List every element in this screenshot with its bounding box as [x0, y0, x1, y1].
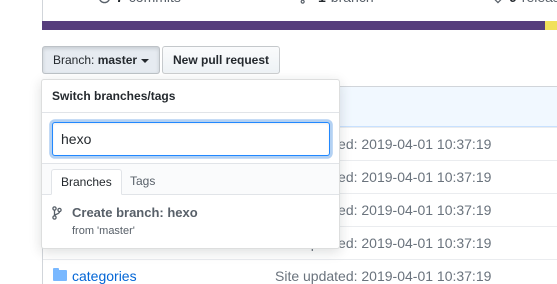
branch-filter-input[interactable]: [52, 122, 330, 156]
tab-tags[interactable]: Tags: [121, 169, 164, 195]
branch-count: 1: [318, 0, 326, 5]
branch-stat[interactable]: 1 branch: [300, 0, 374, 5]
dropdown-title: Switch branches/tags: [42, 80, 339, 113]
create-branch-label: Create branch: hexo: [72, 205, 198, 220]
commits-label: commits: [129, 0, 181, 5]
language-bar[interactable]: [42, 21, 557, 30]
new-pull-request-button[interactable]: New pull request: [162, 46, 281, 74]
folder-icon: [53, 268, 67, 281]
create-branch-source: from 'master': [72, 225, 135, 237]
language-bar-secondary: [545, 21, 557, 30]
git-branch-icon: [300, 0, 313, 4]
commits-count: 7: [116, 0, 124, 5]
dropdown-tabs: Branches Tags: [42, 164, 339, 195]
tab-branches[interactable]: Branches: [51, 169, 122, 195]
releases-count: 0: [509, 0, 517, 5]
repo-stats-bar: 7 commits 1 branch 0 releases: [42, 0, 557, 21]
branch-dropdown: Switch branches/tags Branches Tags Creat…: [41, 79, 340, 249]
branch-prefix: Branch:: [53, 53, 95, 67]
tag-icon: [491, 0, 504, 4]
dropdown-filter: [42, 113, 339, 164]
history-icon: [98, 0, 111, 4]
branch-select-button[interactable]: Branch: master: [42, 46, 161, 74]
caret-down-icon: [141, 58, 150, 63]
branch-value: master: [97, 53, 138, 67]
releases-stat[interactable]: 0 releases: [491, 0, 557, 5]
commits-stat[interactable]: 7 commits: [98, 0, 181, 5]
releases-label: releases: [522, 0, 557, 5]
create-branch-item[interactable]: Create branch: hexo from 'master': [42, 195, 339, 248]
table-row[interactable]: categories Site updated: 2019-04-01 10:3…: [43, 259, 557, 284]
git-branch-icon: [52, 206, 62, 220]
branch-label: branch: [331, 0, 374, 5]
commit-message[interactable]: Site updated: 2019-04-01 10:37:19: [275, 260, 491, 284]
file-name[interactable]: categories: [72, 260, 137, 284]
